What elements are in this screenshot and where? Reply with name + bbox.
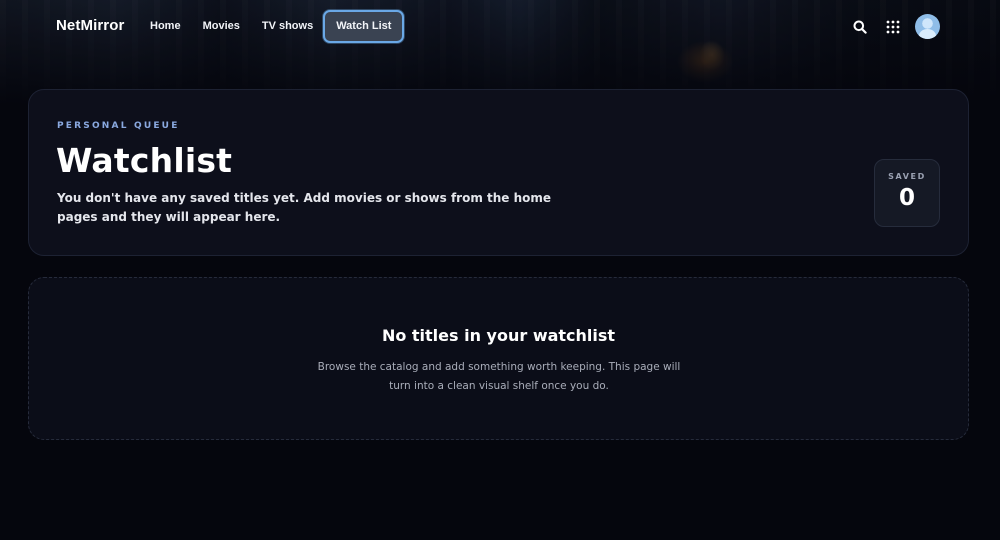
empty-state-panel: No titles in your watchlist Browse the c… (28, 277, 969, 440)
page: NetMirror Home Movies TV shows Watch Lis… (0, 0, 1000, 540)
section-eyebrow: PERSONAL QUEUE (57, 121, 180, 131)
search-icon[interactable] (848, 15, 872, 39)
saved-count-label: SAVED (888, 172, 926, 181)
page-description: You don't have any saved titles yet. Add… (57, 191, 552, 224)
empty-state-title: No titles in your watchlist (381, 326, 616, 345)
nav-link-movies[interactable]: Movies (203, 10, 240, 43)
nav-link-watch-list[interactable]: Watch List (323, 10, 405, 43)
nav-actions (839, 14, 940, 39)
saved-count-value: 0 (898, 185, 915, 211)
nav-link-home[interactable]: Home (150, 10, 181, 43)
brand-logo[interactable]: NetMirror (56, 17, 124, 34)
saved-count-badge: SAVED 0 (874, 159, 940, 227)
nav-link-tv-shows[interactable]: TV shows (262, 10, 313, 43)
nav-links: Home Movies TV shows Watch List (150, 10, 426, 43)
top-navigation: NetMirror Home Movies TV shows Watch Lis… (0, 0, 1000, 54)
page-title: Watchlist (56, 141, 233, 180)
watchlist-header-card: PERSONAL QUEUE Watchlist You don't have … (28, 89, 969, 256)
empty-state-description: Browse the catalog and add something wor… (317, 361, 681, 392)
apps-grid-icon[interactable] (881, 15, 905, 39)
avatar[interactable] (915, 14, 940, 39)
